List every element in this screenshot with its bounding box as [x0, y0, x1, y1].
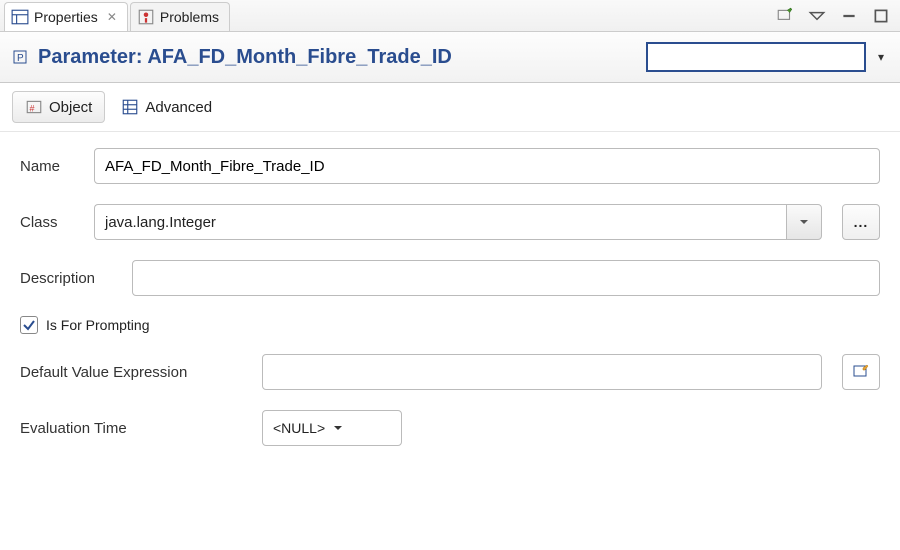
view-toolbar — [776, 7, 900, 25]
subtab-object[interactable]: # Object — [12, 91, 105, 123]
view-tab-bar: Properties ✕ Problems — [0, 0, 900, 32]
chevron-down-icon[interactable] — [786, 204, 822, 240]
close-icon[interactable]: ✕ — [107, 10, 117, 24]
description-input[interactable] — [132, 260, 880, 296]
problems-icon — [137, 8, 155, 26]
subtab-advanced[interactable]: Advanced — [109, 92, 224, 122]
form-area: Name Class java.lang.Integer ... Descrip… — [0, 132, 900, 462]
is-for-prompting-checkbox[interactable] — [20, 316, 38, 334]
object-icon: # — [25, 98, 43, 116]
default-expr-input[interactable] — [262, 354, 822, 390]
class-label: Class — [20, 214, 82, 231]
header-dropdown-icon[interactable]: ▾ — [874, 50, 888, 64]
row-name: Name — [20, 148, 880, 184]
eval-time-combo[interactable]: <NULL> — [262, 410, 402, 446]
name-input[interactable] — [94, 148, 880, 184]
class-combo[interactable]: java.lang.Integer — [94, 204, 822, 240]
description-label: Description — [20, 270, 120, 287]
class-value: java.lang.Integer — [94, 204, 786, 240]
default-expr-label: Default Value Expression — [20, 364, 250, 381]
properties-subtabs: # Object Advanced — [0, 83, 900, 132]
parameter-icon: P — [12, 48, 30, 66]
subtab-object-label: Object — [49, 99, 92, 116]
row-eval-time: Evaluation Time <NULL> — [20, 410, 880, 446]
tab-problems[interactable]: Problems — [130, 2, 230, 31]
header-search-input[interactable] — [646, 42, 866, 72]
properties-header: P Parameter: AFA_FD_Month_Fibre_Trade_ID… — [0, 32, 900, 83]
class-browse-button[interactable]: ... — [842, 204, 880, 240]
row-default-expr: Default Value Expression — [20, 354, 880, 390]
eval-time-value: <NULL> — [273, 420, 325, 436]
tab-properties-label: Properties — [34, 9, 98, 25]
maximize-icon[interactable] — [872, 7, 890, 25]
view-menu-icon[interactable] — [808, 7, 826, 25]
pin-icon[interactable] — [776, 7, 794, 25]
row-class: Class java.lang.Integer ... — [20, 204, 880, 240]
page-title: Parameter: AFA_FD_Month_Fibre_Trade_ID — [38, 46, 638, 69]
row-prompting: Is For Prompting — [20, 316, 880, 334]
tab-problems-label: Problems — [160, 9, 219, 25]
subtab-advanced-label: Advanced — [145, 99, 212, 116]
chevron-down-icon — [333, 423, 343, 433]
name-label: Name — [20, 158, 82, 175]
is-for-prompting-label: Is For Prompting — [46, 317, 149, 333]
svg-text:#: # — [30, 104, 35, 114]
svg-text:P: P — [17, 53, 24, 64]
advanced-icon — [121, 98, 139, 116]
edit-expression-button[interactable] — [842, 354, 880, 390]
eval-time-label: Evaluation Time — [20, 420, 250, 437]
tab-properties[interactable]: Properties ✕ — [4, 2, 128, 31]
row-description: Description — [20, 260, 880, 296]
minimize-icon[interactable] — [840, 7, 858, 25]
properties-icon — [11, 8, 29, 26]
